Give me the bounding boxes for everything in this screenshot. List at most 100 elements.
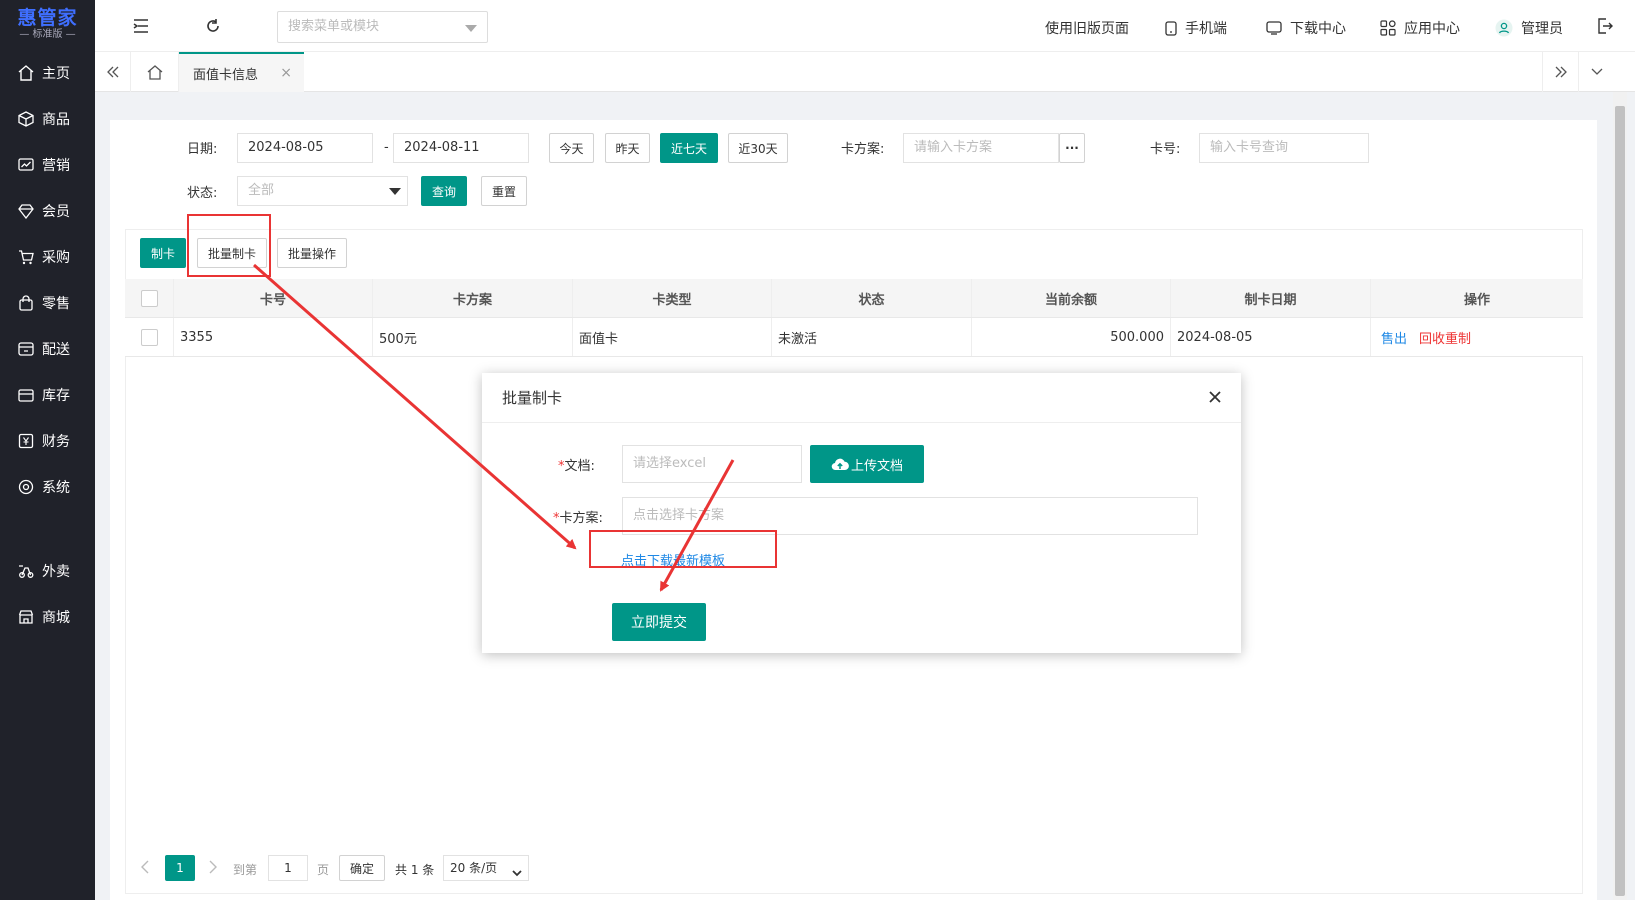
mobile-label: 手机端 (1185, 21, 1227, 37)
page-scrollbar[interactable] (1613, 92, 1627, 900)
user-avatar-icon (1495, 19, 1513, 37)
store-icon (18, 609, 34, 625)
sidebar-item-home[interactable]: 主页 (0, 53, 95, 93)
prev-page-icon[interactable] (140, 860, 156, 876)
sidebar-item-storage[interactable]: 库存 (0, 375, 95, 415)
sidebar-item-delivery[interactable]: 配送 (0, 329, 95, 369)
sidebar-item-finance[interactable]: 财务 (0, 421, 95, 461)
chart-icon (18, 157, 34, 173)
download-center-link[interactable]: 下载中心 (1266, 18, 1346, 38)
cloud-upload-icon (831, 457, 849, 471)
app-center-link[interactable]: 应用中心 (1380, 18, 1460, 38)
row-checkbox[interactable] (140, 328, 158, 346)
tab-label: 面值卡信息 (193, 67, 259, 83)
finance-icon (18, 433, 34, 449)
tabs-scroll-right-icon[interactable] (1542, 52, 1578, 92)
sidebar-item-takeout[interactable]: 外卖 (0, 551, 95, 591)
goto-confirm-button[interactable]: 确定 (339, 855, 385, 881)
plan-label: 卡方案: (841, 142, 885, 157)
annotation-box-template-link (589, 530, 777, 568)
per-page-value: 20 条/页 (450, 861, 498, 875)
status-select[interactable]: 全部 (237, 176, 408, 206)
tabs-more-icon[interactable] (1578, 52, 1614, 92)
topbar: 搜索菜单或模块 使用旧版页面 手机端 下载中心 应用中心 管理员 (95, 0, 1635, 52)
logo-subtitle: — 标准版 — (19, 29, 76, 40)
col-status[interactable]: 状态 (772, 279, 972, 317)
sidebar-item-label: 财务 (42, 434, 70, 450)
total-count: 共 1 条 (395, 863, 435, 877)
logo[interactable]: 惠管家 — 标准版 — (0, 0, 95, 48)
batch-make-card-dialog: 批量制卡 *文档: 请选择excel 上传文档 *卡方案: 点击选择卡方案 点击… (482, 373, 1241, 653)
query-button[interactable]: 查询 (421, 176, 467, 206)
scrollbar-thumb[interactable] (1615, 106, 1625, 896)
last7days-button[interactable]: 近七天 (660, 133, 718, 163)
logout-icon[interactable] (1595, 16, 1615, 36)
plan-label-text: 卡方案: (559, 511, 603, 526)
doc-label: *文档: (558, 455, 595, 474)
date-start-input[interactable]: 2024-08-05 (237, 133, 373, 163)
refresh-icon[interactable] (203, 16, 223, 36)
tabs-scroll-left-icon[interactable] (95, 52, 131, 92)
sidebar-item-bag[interactable]: 零售 (0, 283, 95, 323)
home-icon (18, 65, 34, 81)
sidebar-item-target[interactable]: 系统 (0, 467, 95, 507)
sidebar-item-box[interactable]: 商品 (0, 99, 95, 139)
sidebar: 惠管家 — 标准版 — 主页商品营销会员采购零售配送库存财务系统外卖商城 (0, 0, 95, 900)
tab-card-info[interactable]: 面值卡信息 × (179, 52, 304, 92)
submit-button[interactable]: 立即提交 (612, 603, 706, 641)
sidebar-item-label: 采购 (42, 250, 70, 266)
recycle-link[interactable]: 回收重制 (1419, 328, 1471, 347)
cardno-input[interactable]: 输入卡号查询 (1199, 133, 1369, 163)
date-label: 日期: (187, 142, 218, 157)
cell-card-no: 3355 (174, 318, 373, 356)
page-1-button[interactable]: 1 (165, 855, 195, 881)
col-plan[interactable]: 卡方案 (373, 279, 573, 317)
batch-operations-button[interactable]: 批量操作 (277, 238, 347, 268)
sidebar-item-label: 商城 (42, 610, 70, 626)
tab-close-icon[interactable]: × (280, 65, 292, 81)
sidebar-item-diamond[interactable]: 会员 (0, 191, 95, 231)
user-menu[interactable]: 管理员 (1495, 18, 1563, 38)
takeout-icon (18, 563, 34, 579)
per-page-select[interactable]: 20 条/页 (443, 855, 529, 881)
cart-icon (18, 249, 34, 265)
menu-toggle-icon[interactable] (131, 16, 151, 36)
sell-link[interactable]: 售出 (1381, 328, 1407, 347)
reset-button[interactable]: 重置 (481, 176, 527, 206)
sidebar-item-store[interactable]: 商城 (0, 597, 95, 637)
download-icon (1266, 21, 1282, 35)
plan-more-button[interactable]: ··· (1059, 133, 1085, 163)
date-end-input[interactable]: 2024-08-11 (393, 133, 529, 163)
col-date[interactable]: 制卡日期 (1171, 279, 1371, 317)
next-page-icon[interactable] (208, 860, 224, 876)
sidebar-item-cart[interactable]: 采购 (0, 237, 95, 277)
menu-search-input[interactable]: 搜索菜单或模块 (277, 11, 488, 43)
yesterday-button[interactable]: 昨天 (605, 133, 650, 163)
sidebar-item-label: 系统 (42, 480, 70, 496)
sidebar-item-chart[interactable]: 营销 (0, 145, 95, 185)
table-header: 卡号 卡方案 卡类型 状态 当前余额 制卡日期 操作 (125, 279, 1583, 318)
col-card-no[interactable]: 卡号 (174, 279, 373, 317)
goto-page-input[interactable]: 1 (268, 855, 308, 881)
today-button[interactable]: 今天 (549, 133, 594, 163)
old-page-link[interactable]: 使用旧版页面 (1045, 18, 1129, 38)
tab-bar: 面值卡信息 × (95, 52, 1635, 92)
col-type[interactable]: 卡类型 (573, 279, 772, 317)
excel-file-input[interactable]: 请选择excel (622, 445, 802, 483)
sidebar-item-label: 外卖 (42, 564, 70, 580)
make-card-button[interactable]: 制卡 (140, 238, 186, 268)
table-row: 3355 500元 面值卡 未激活 500.000 2024-08-05 售出 … (125, 318, 1583, 357)
last30days-button[interactable]: 近30天 (728, 133, 788, 163)
mobile-link[interactable]: 手机端 (1165, 18, 1227, 38)
home-tab-icon[interactable] (131, 52, 179, 92)
upload-document-button[interactable]: 上传文档 (810, 445, 924, 483)
sidebar-item-label: 零售 (42, 296, 70, 312)
select-all-checkbox[interactable] (140, 289, 158, 307)
plan-input[interactable]: 请输入卡方案 (903, 133, 1059, 163)
apps-grid-icon (1380, 20, 1396, 36)
col-actions: 操作 (1463, 292, 1490, 308)
close-icon[interactable] (1205, 387, 1225, 407)
chevron-down-icon (389, 188, 401, 195)
col-balance[interactable]: 当前余额 (972, 279, 1171, 317)
cell-date: 2024-08-05 (1171, 318, 1371, 356)
